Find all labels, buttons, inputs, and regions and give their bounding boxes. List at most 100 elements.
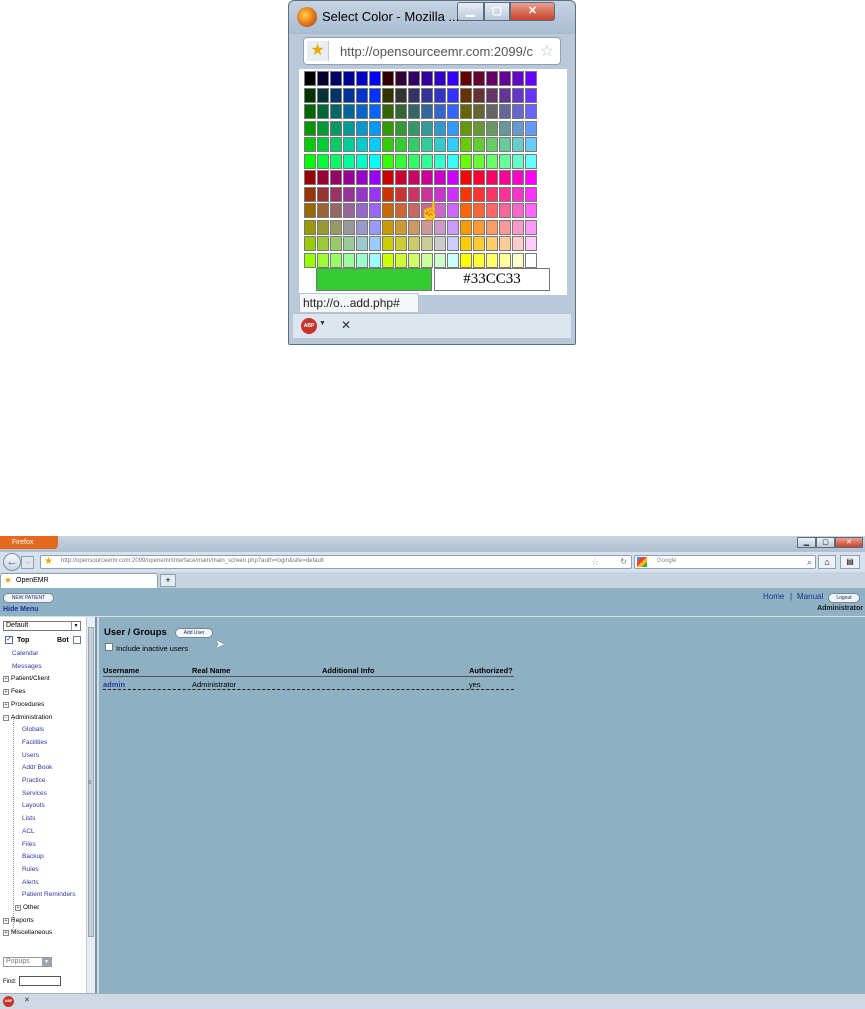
color-swatch[interactable] — [486, 104, 498, 119]
color-swatch[interactable] — [382, 219, 394, 235]
popup-title-bar[interactable]: Select Color - Mozilla ... ▁ ▢ ✕ — [289, 1, 575, 34]
color-swatch[interactable] — [434, 137, 446, 152]
color-swatch[interactable] — [330, 252, 342, 268]
color-swatch[interactable] — [486, 87, 498, 103]
color-swatch[interactable] — [356, 71, 368, 86]
color-swatch[interactable] — [304, 186, 316, 202]
color-swatch[interactable] — [330, 170, 342, 185]
color-swatch[interactable] — [499, 120, 511, 136]
color-swatch[interactable] — [499, 153, 511, 169]
color-swatch[interactable] — [343, 120, 355, 136]
color-swatch[interactable] — [499, 203, 511, 218]
color-swatch[interactable] — [447, 71, 459, 86]
color-swatch[interactable] — [343, 186, 355, 202]
color-swatch[interactable] — [382, 170, 394, 185]
color-swatch[interactable] — [395, 153, 407, 169]
color-swatch[interactable] — [525, 120, 537, 136]
color-swatch[interactable] — [369, 71, 381, 86]
color-swatch[interactable] — [304, 236, 316, 251]
back-button[interactable]: ← — [3, 553, 21, 571]
color-swatch[interactable] — [395, 120, 407, 136]
color-swatch[interactable] — [330, 71, 342, 86]
color-swatch[interactable] — [356, 219, 368, 235]
color-swatch[interactable] — [343, 87, 355, 103]
sidebar-item[interactable]: Addr Book — [22, 764, 52, 771]
sidebar-item[interactable]: Messages — [12, 663, 42, 670]
color-swatch[interactable] — [473, 236, 485, 251]
color-swatch[interactable] — [512, 186, 524, 202]
color-swatch[interactable] — [343, 153, 355, 169]
color-swatch[interactable] — [421, 137, 433, 152]
color-swatch[interactable] — [317, 219, 329, 235]
close-button[interactable]: ✕ — [835, 537, 863, 548]
color-swatch[interactable] — [317, 170, 329, 185]
color-swatch[interactable] — [525, 252, 537, 268]
color-swatch[interactable] — [343, 137, 355, 152]
sidebar-item[interactable]: Files — [22, 841, 36, 848]
color-swatch[interactable] — [356, 120, 368, 136]
color-swatch[interactable] — [369, 219, 381, 235]
color-swatch[interactable] — [382, 71, 394, 86]
color-swatch[interactable] — [343, 71, 355, 86]
color-swatch[interactable] — [486, 186, 498, 202]
color-swatch[interactable] — [460, 153, 472, 169]
color-swatch[interactable] — [369, 203, 381, 218]
sidebar-item[interactable]: Lists — [22, 815, 35, 822]
color-swatch[interactable] — [395, 170, 407, 185]
new-tab-button[interactable]: + — [160, 574, 176, 587]
color-swatch[interactable] — [499, 236, 511, 251]
sidebar-item[interactable]: + Fees — [3, 688, 25, 696]
sidebar-item[interactable]: + Procedures — [3, 701, 44, 708]
color-swatch[interactable] — [369, 137, 381, 152]
firefox-menu-button[interactable]: Firefox — [0, 536, 58, 549]
color-swatch[interactable] — [356, 203, 368, 218]
color-swatch[interactable] — [317, 137, 329, 152]
color-swatch[interactable] — [486, 170, 498, 185]
color-swatch[interactable] — [421, 120, 433, 136]
color-swatch[interactable] — [421, 87, 433, 103]
color-swatch[interactable] — [304, 219, 316, 235]
color-swatch[interactable] — [369, 153, 381, 169]
hide-menu-link[interactable]: Hide Menu — [3, 606, 38, 613]
color-swatch[interactable] — [486, 203, 498, 218]
sidebar-item[interactable]: Practice — [22, 777, 45, 784]
color-swatch[interactable] — [304, 87, 316, 103]
popups-select[interactable]: Popups ▼ — [3, 957, 52, 967]
color-swatch[interactable] — [395, 87, 407, 103]
color-swatch[interactable] — [447, 186, 459, 202]
color-swatch[interactable] — [512, 120, 524, 136]
color-swatch[interactable] — [330, 120, 342, 136]
sidebar-item[interactable]: Backup — [22, 853, 44, 860]
color-swatch[interactable] — [434, 120, 446, 136]
sidebar-item[interactable]: + Reports — [3, 917, 34, 924]
search-input[interactable]: Google ⌕ — [634, 555, 816, 569]
collapse-icon[interactable]: − — [3, 714, 9, 721]
color-swatch[interactable] — [356, 186, 368, 202]
color-swatch[interactable] — [356, 153, 368, 169]
color-swatch[interactable] — [447, 137, 459, 152]
color-swatch[interactable] — [525, 87, 537, 103]
color-swatch[interactable] — [304, 153, 316, 169]
color-swatch[interactable] — [317, 71, 329, 86]
color-swatch[interactable] — [486, 236, 498, 251]
color-swatch[interactable] — [395, 104, 407, 119]
url-bar[interactable]: ★ http://opensourceemr.com:2099/openemr/… — [40, 555, 632, 569]
color-swatch[interactable] — [408, 120, 420, 136]
color-swatch[interactable] — [408, 252, 420, 268]
sidebar-item[interactable]: Facilities — [22, 739, 47, 746]
color-swatch[interactable] — [460, 120, 472, 136]
color-swatch[interactable] — [369, 170, 381, 185]
color-swatch[interactable] — [421, 104, 433, 119]
color-swatch[interactable] — [460, 104, 472, 119]
color-swatch[interactable] — [343, 252, 355, 268]
color-swatch[interactable] — [525, 137, 537, 152]
color-swatch[interactable] — [317, 87, 329, 103]
color-swatch[interactable] — [525, 71, 537, 86]
color-swatch[interactable] — [330, 87, 342, 103]
url-text[interactable]: http://opensourceemr.com:2099/openemr/in… — [61, 558, 324, 564]
expand-icon[interactable]: + — [3, 689, 9, 696]
chevron-down-icon[interactable]: ▼ — [319, 320, 326, 327]
color-swatch[interactable] — [382, 137, 394, 152]
username-link[interactable]: admin — [103, 680, 125, 689]
color-swatch[interactable] — [499, 87, 511, 103]
